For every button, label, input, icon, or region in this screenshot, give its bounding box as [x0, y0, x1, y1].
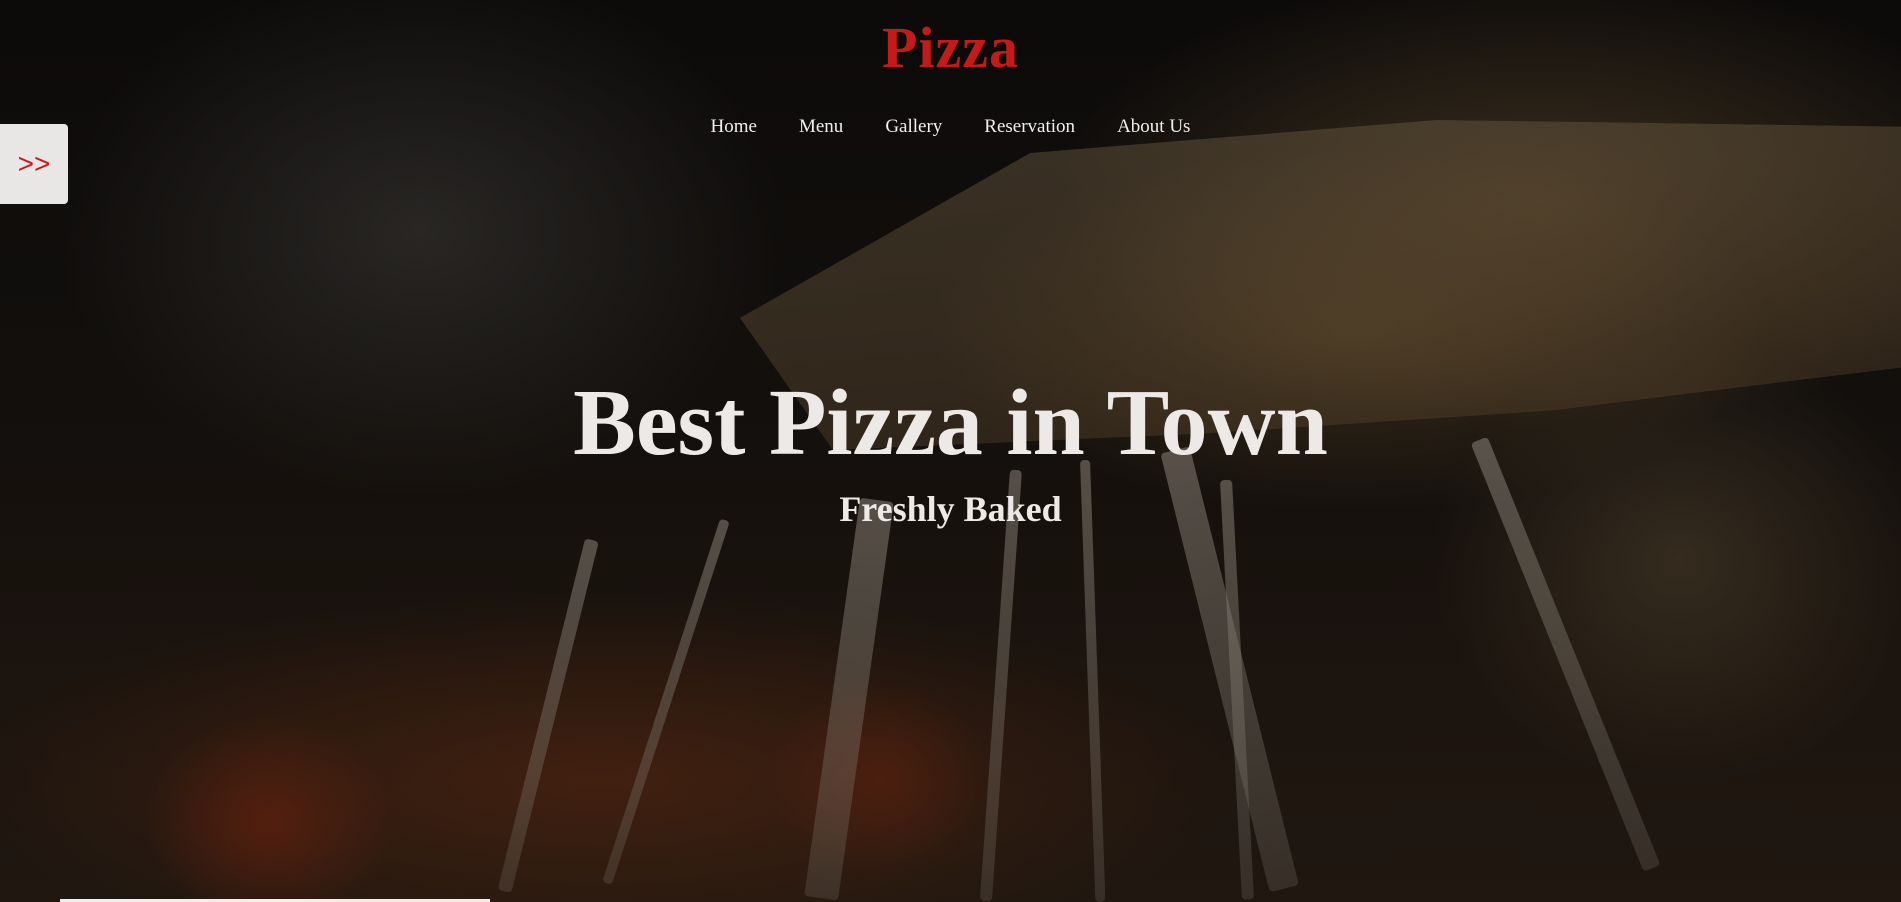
hero-section: >> Pizza Home Menu Gallery Reservation A…: [0, 0, 1901, 902]
nav-link-home[interactable]: Home: [711, 116, 757, 138]
main-nav: Home Menu Gallery Reservation About Us: [0, 116, 1901, 138]
site-logo[interactable]: Pizza: [0, 14, 1901, 81]
double-chevron-right-icon: >>: [17, 148, 51, 179]
nav-link-menu[interactable]: Menu: [799, 116, 843, 138]
nav-link-reservation[interactable]: Reservation: [984, 116, 1075, 138]
hero-subheadline: Freshly Baked: [839, 489, 1062, 529]
hero-headline: Best Pizza in Town: [573, 371, 1328, 475]
nav-link-gallery[interactable]: Gallery: [885, 116, 942, 138]
nav-link-about-us[interactable]: About Us: [1117, 116, 1190, 138]
